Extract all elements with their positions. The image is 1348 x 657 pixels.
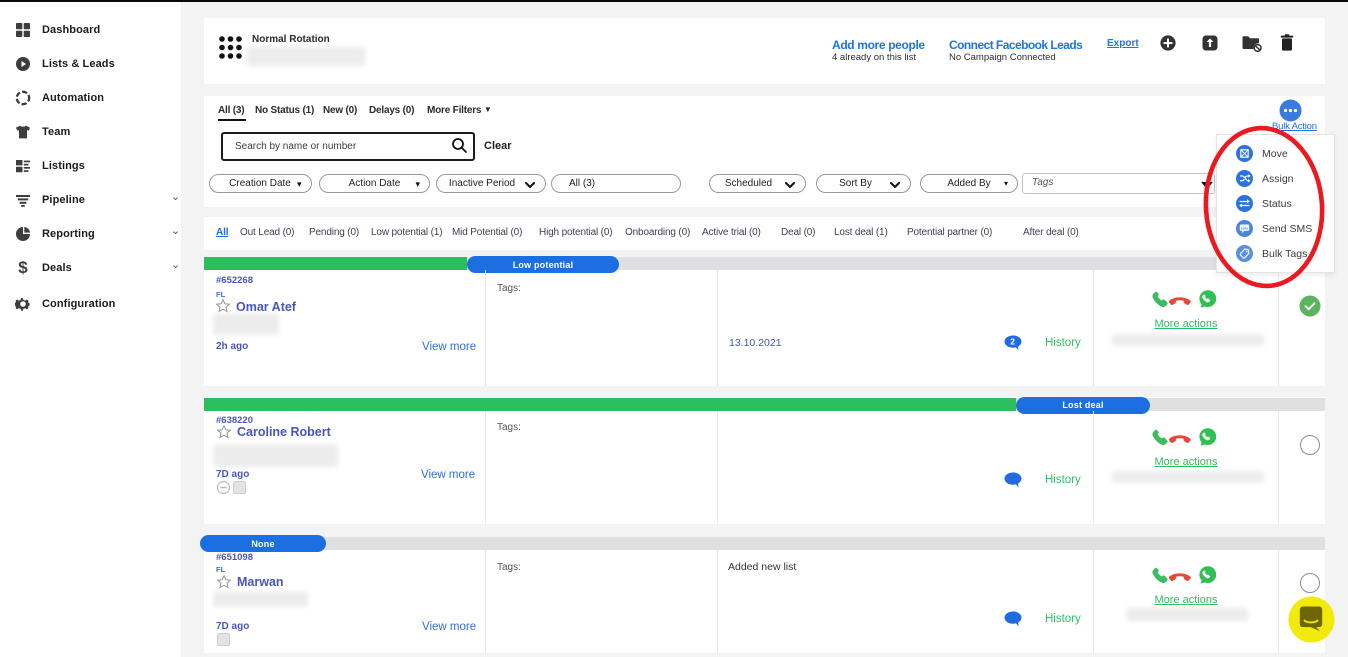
svg-text:2: 2 (1010, 337, 1015, 347)
